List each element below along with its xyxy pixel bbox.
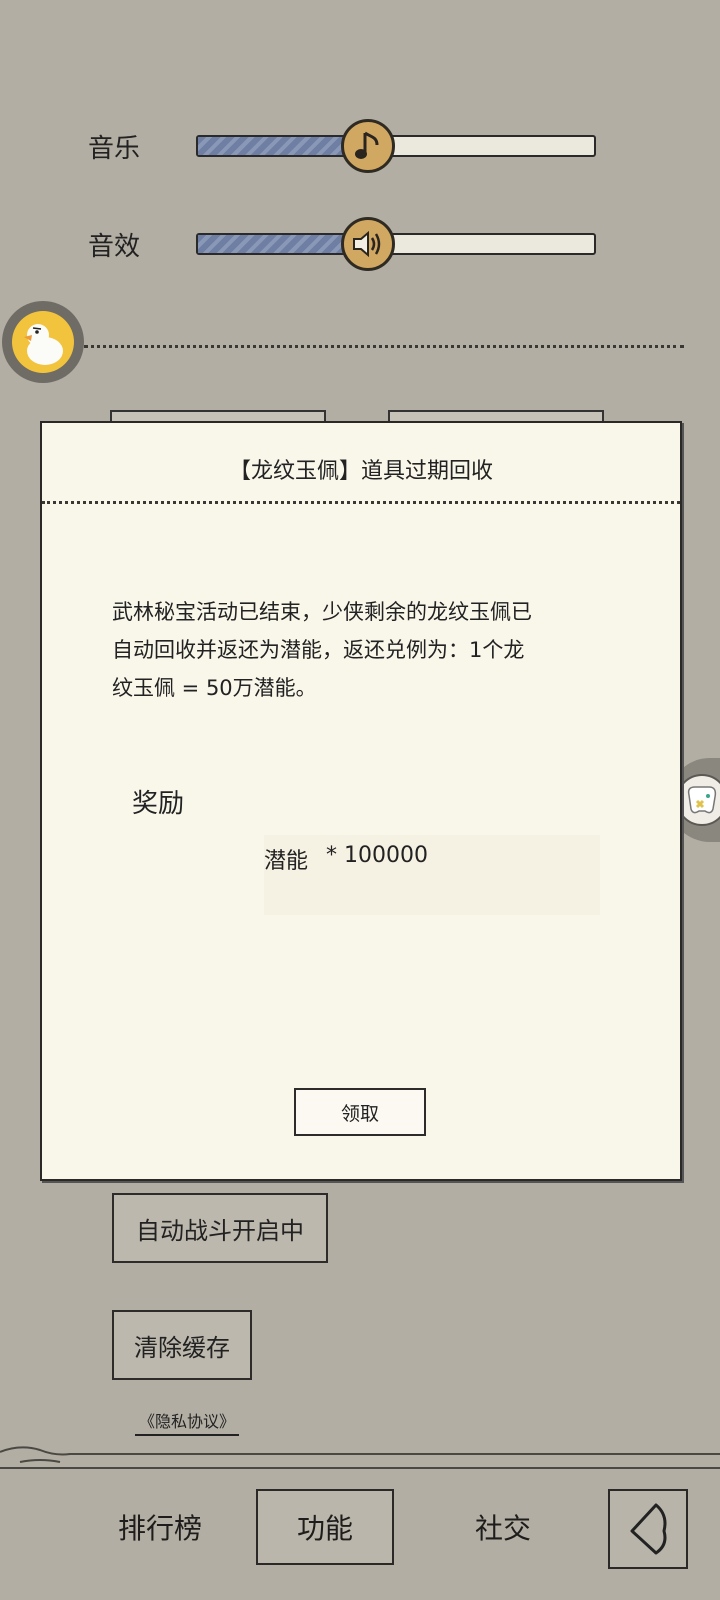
gamepad-icon (676, 774, 720, 826)
reward-item: 潜能 * 100000 (264, 835, 600, 915)
privacy-policy-link[interactable]: 《隐私协议》 (135, 1408, 240, 1436)
dialog-message-line: 自动回收并返还为潜能，返还兑例为：1个龙 (112, 638, 525, 662)
music-slider[interactable] (196, 119, 596, 173)
back-arrow-icon (630, 1503, 667, 1555)
expiry-recovery-dialog: 【龙纹玉佩】道具过期回收 武林秘宝活动已结束，少侠剩余的龙纹玉佩已 自动回收并返… (40, 421, 682, 1181)
dialog-message-line: 武林秘宝活动已结束，少侠剩余的龙纹玉佩已 (112, 600, 532, 624)
bottom-navigation: 排行榜 功能 社交 (0, 1467, 720, 1600)
wave-decoration (0, 1446, 720, 1463)
sfx-slider[interactable] (196, 217, 596, 271)
reward-name: 潜能 (264, 849, 309, 874)
dialog-title: 【龙纹玉佩】道具过期回收 (228, 459, 493, 484)
dialog-message: 武林秘宝活动已结束，少侠剩余的龙纹玉佩已 自动回收并返还为潜能，返还兑例为：1个… (112, 593, 632, 707)
tab-ranking[interactable]: 排行榜 (80, 1489, 240, 1565)
reward-amount: * 100000 (326, 843, 428, 868)
reward-heading: 奖励 (132, 789, 185, 819)
music-note-icon[interactable] (341, 119, 396, 173)
back-button[interactable] (608, 1489, 688, 1569)
section-divider (84, 345, 684, 348)
duck-avatar-icon (12, 311, 74, 373)
auto-battle-button[interactable]: 自动战斗开启中 (112, 1193, 328, 1263)
tab-function[interactable]: 功能 (256, 1489, 394, 1565)
music-label: 音乐 (88, 134, 141, 164)
claim-button[interactable]: 领取 (294, 1088, 426, 1136)
dialog-message-line: 纹玉佩 = 50万潜能。 (112, 676, 317, 700)
clear-cache-button[interactable]: 清除缓存 (112, 1310, 252, 1380)
sfx-label: 音效 (88, 232, 141, 262)
avatar[interactable] (2, 301, 84, 383)
dialog-divider (42, 501, 680, 504)
tab-social[interactable]: 社交 (428, 1489, 578, 1565)
speaker-icon[interactable] (341, 217, 396, 271)
